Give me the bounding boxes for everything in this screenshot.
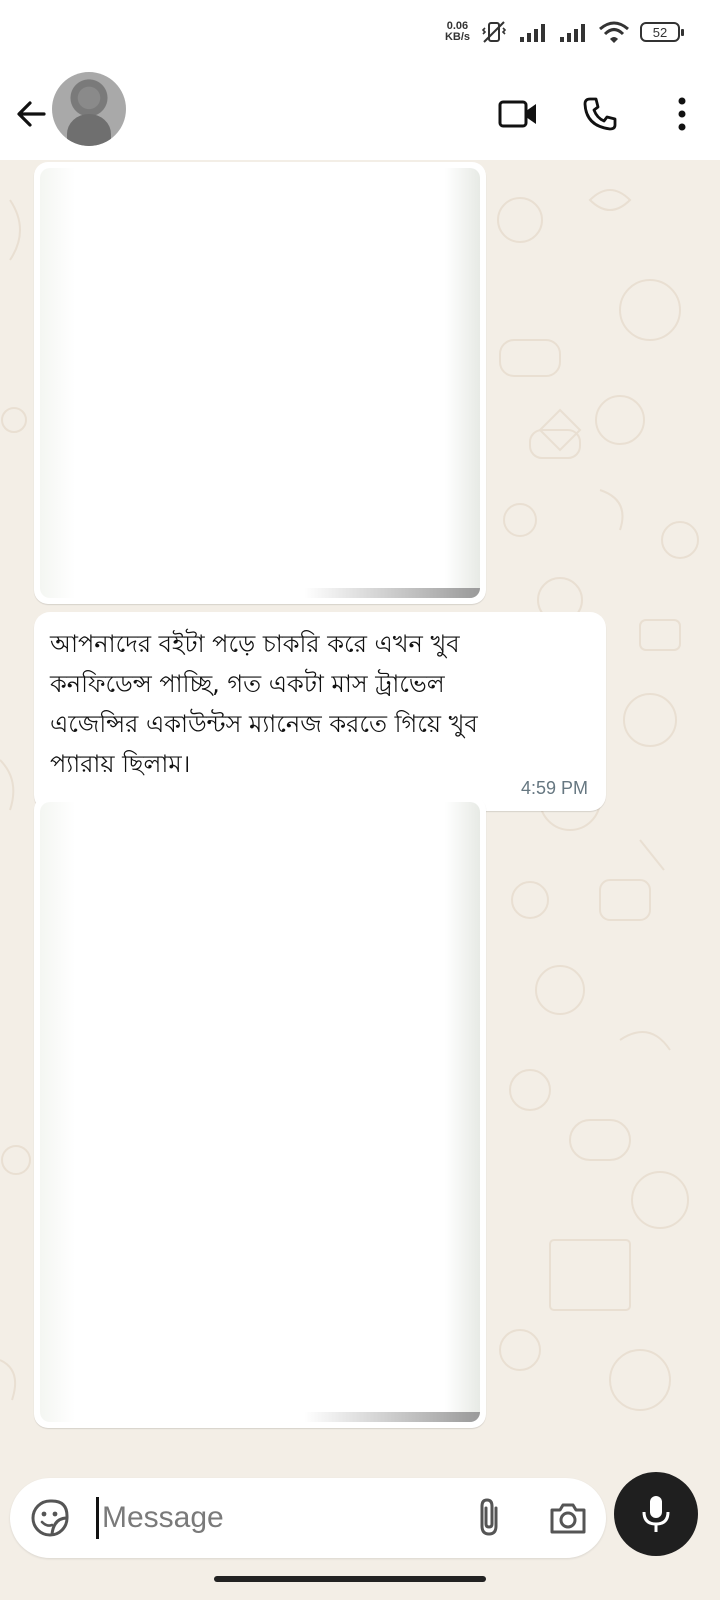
message-image[interactable] (40, 802, 480, 1422)
status-indicators: 0.06 KB/s 52 (445, 20, 684, 44)
more-options-button[interactable] (654, 86, 710, 142)
sticker-icon[interactable] (30, 1498, 70, 1538)
home-indicator[interactable] (214, 1576, 486, 1582)
network-speed: 0.06 KB/s (445, 21, 470, 43)
header-actions (490, 68, 720, 160)
avatar[interactable] (52, 72, 126, 146)
voice-call-button[interactable] (572, 86, 628, 142)
vibrate-off-icon (481, 21, 507, 43)
message-input[interactable] (102, 1492, 452, 1544)
battery-icon: 52 (640, 22, 684, 42)
text-cursor (96, 1497, 99, 1539)
message-text: আপনাদের বইটা পড়ে চাকরি করে এখন খুব কনফি… (50, 630, 478, 778)
wifi-icon (599, 21, 629, 43)
message-image[interactable] (40, 168, 480, 598)
video-call-button[interactable] (490, 86, 546, 142)
signal-icon (560, 24, 585, 42)
text-message[interactable]: আপনাদের বইটা পড়ে চাকরি করে এখন খুব কনফি… (34, 612, 606, 811)
battery-level: 52 (652, 24, 668, 40)
more-vertical-icon (678, 97, 686, 131)
chat-header (0, 68, 720, 160)
network-speed-unit: KB/s (444, 31, 470, 43)
composer-bar (0, 1460, 720, 1600)
paperclip-icon[interactable] (468, 1496, 512, 1540)
signal-icon (520, 24, 545, 42)
chat-area[interactable]: আপনাদের বইটা পড়ে চাকরি করে এখন খুব কনফি… (0, 160, 720, 1460)
camera-icon[interactable] (546, 1496, 590, 1540)
message-composer[interactable] (10, 1478, 606, 1558)
arrow-left-icon (17, 101, 46, 127)
voice-call-icon (583, 97, 617, 131)
microphone-icon (642, 1496, 670, 1532)
video-call-icon (498, 100, 536, 128)
image-message[interactable] (34, 162, 486, 604)
image-message[interactable] (34, 796, 486, 1428)
status-bar: 0.06 KB/s 52 (0, 0, 720, 68)
back-button[interactable] (10, 92, 54, 136)
voice-record-button[interactable] (614, 1472, 698, 1556)
